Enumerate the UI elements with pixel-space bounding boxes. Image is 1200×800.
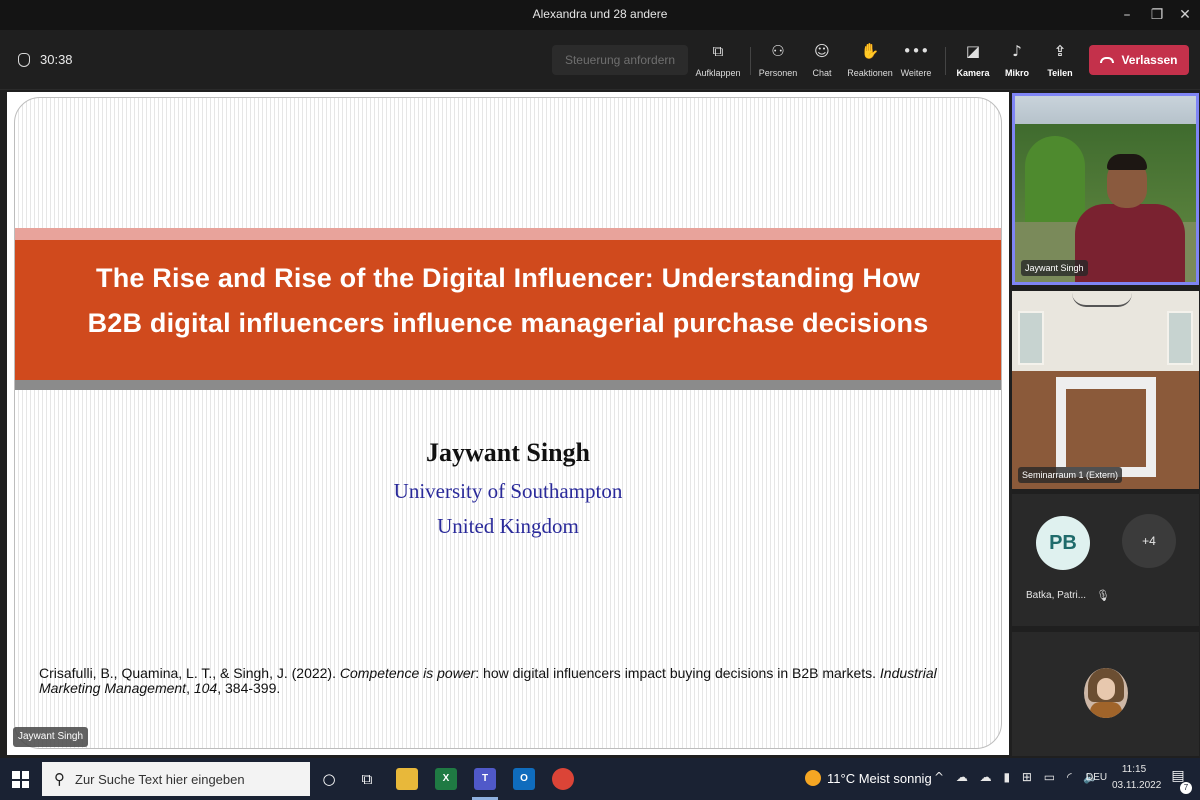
share-label: Teilen	[1047, 68, 1073, 78]
windows-taskbar: ⚲ Zur Suche Text hier eingeben ○ ⧉ X T O…	[0, 758, 1200, 800]
slide-country: United Kingdom	[437, 514, 579, 538]
chat-icon: ☺	[814, 42, 830, 60]
language-indicator[interactable]: DEU	[1086, 772, 1107, 783]
toolbar-divider	[750, 47, 751, 75]
presenter-name-tag: Jaywant Singh	[13, 727, 89, 747]
meeting-toolbar: 30:38 Steuerung anfordern ⧉ Aufklappen ⚇…	[0, 30, 1200, 90]
participant-tile-photo[interactable]	[1012, 632, 1199, 756]
request-control-button[interactable]: Steuerung anfordern	[552, 45, 688, 75]
taskbar-search-box[interactable]: ⚲ Zur Suche Text hier eingeben	[42, 762, 310, 796]
mic-off-icon: ♪	[1012, 42, 1022, 60]
slide-author: Jaywant Singh	[426, 438, 590, 467]
slide-band-grey	[15, 380, 1001, 390]
camera-label: Kamera	[956, 68, 990, 78]
weather-widget[interactable]: 11°C Meist sonnig	[805, 770, 932, 786]
slide-title-line2: B2B digital influencers influence manage…	[87, 308, 929, 338]
people-label: Personen	[758, 68, 798, 78]
citation-separator: ,	[186, 680, 194, 696]
room-window	[1018, 311, 1044, 365]
avatar-face	[1097, 678, 1115, 700]
cortana-icon[interactable]: ○	[316, 766, 342, 792]
leave-label: Verlassen	[1121, 53, 1178, 67]
slide-affiliation: University of Southampton	[393, 479, 623, 503]
shared-screen: The Rise and Rise of the Digital Influen…	[7, 92, 1009, 755]
participant-name: Batka, Patri... 🎙	[1026, 589, 1110, 602]
people-icon: ⚇	[771, 42, 785, 60]
search-placeholder: Zur Suche Text hier eingeben	[75, 771, 245, 787]
reactions-icon: ✋	[860, 42, 880, 60]
notification-count-badge: 7	[1180, 782, 1192, 794]
task-view-icon[interactable]: ⧉	[354, 766, 380, 792]
citation-authors: Crisafulli, B., Quamina, L. T., & Singh,…	[39, 665, 340, 681]
room-video-tile[interactable]: Seminarraum 1 (Extern)	[1012, 291, 1199, 489]
speaker-name-label: Jaywant Singh	[1021, 260, 1088, 276]
mic-label: Mikro	[1004, 68, 1029, 78]
room-window	[1167, 311, 1193, 365]
reactions-button[interactable]: ✋ Reaktionen	[846, 42, 894, 78]
timer-value: 30:38	[40, 52, 73, 67]
close-window-button[interactable]: ✕	[1170, 3, 1200, 27]
citation-pages: , 384-399.	[217, 680, 281, 696]
avatar-shirt	[1090, 702, 1122, 718]
weather-text: 11°C Meist sonnig	[827, 770, 932, 786]
popout-label: Aufklappen	[695, 68, 741, 78]
conference-table	[1056, 377, 1156, 477]
avatar	[1084, 668, 1128, 718]
more-participants-button[interactable]: +4	[1122, 514, 1176, 568]
citation-title: Competence is power	[339, 665, 476, 681]
speaker-figure	[1107, 154, 1147, 170]
search-icon: ⚲	[54, 770, 65, 788]
more-button[interactable]: ••• Weitere	[899, 42, 933, 78]
leave-button[interactable]: Verlassen	[1089, 45, 1189, 75]
taskbar-clock[interactable]: 11:15 03.11.2022	[1112, 762, 1162, 794]
phone-hangup-icon	[1100, 57, 1115, 63]
camera-off-icon: ◪	[965, 42, 981, 60]
clock-time: 11:15	[1121, 764, 1147, 775]
more-label: Weitere	[900, 68, 932, 78]
excel-icon[interactable]: X	[435, 768, 457, 790]
outlook-icon[interactable]: O	[513, 768, 535, 790]
mic-button[interactable]: ♪ Mikro	[1002, 42, 1032, 78]
share-button[interactable]: ⇪ Teilen	[1045, 42, 1075, 78]
system-tray-icons[interactable]: ^ ☁ ☁ ▮ ⊞ ▭ ◜ 🔈	[934, 770, 1102, 784]
avatar-pb: PB	[1036, 516, 1090, 570]
popout-icon: ⧉	[712, 42, 724, 60]
pb-name-label: Batka, Patri...	[1026, 590, 1087, 601]
participant-tile-pb[interactable]: PB +4 Batka, Patri... 🎙	[1012, 494, 1199, 626]
chrome-icon[interactable]	[552, 768, 574, 790]
presentation-slide: The Rise and Rise of the Digital Influen…	[14, 97, 1002, 749]
file-explorer-icon[interactable]	[396, 768, 418, 790]
shield-icon	[18, 52, 30, 67]
toolbar-divider	[945, 47, 946, 75]
room-name-label: Seminarraum 1 (Extern)	[1018, 467, 1123, 483]
speaker-figure	[1075, 204, 1185, 282]
chandelier	[1072, 293, 1132, 307]
citation-volume: 104	[193, 680, 218, 696]
people-button[interactable]: ⚇ Personen	[758, 42, 798, 78]
mic-muted-icon: 🎙	[1096, 589, 1110, 602]
share-icon: ⇪	[1053, 42, 1067, 60]
meeting-title: Alexandra und 28 andere	[532, 7, 668, 21]
speaker-video-tile[interactable]: Jaywant Singh	[1012, 93, 1199, 285]
minimize-button[interactable]: –	[1112, 3, 1142, 27]
more-icon: •••	[902, 42, 930, 60]
title-bar: Alexandra und 28 andere – ❐ ✕	[0, 0, 1200, 30]
popout-button[interactable]: ⧉ Aufklappen	[695, 42, 741, 78]
slide-title-line1: The Rise and Rise of the Digital Influen…	[96, 263, 920, 293]
chat-label: Chat	[812, 68, 832, 78]
chat-button[interactable]: ☺ Chat	[807, 42, 837, 78]
slide-citation: Crisafulli, B., Quamina, L. T., & Singh,…	[39, 666, 939, 696]
camera-button[interactable]: ◪ Kamera	[955, 42, 991, 78]
windows-start-icon[interactable]	[12, 771, 29, 788]
citation-rest: : how digital influencers impact buying …	[475, 665, 880, 681]
meeting-timer: 30:38	[18, 52, 73, 67]
clock-date: 03.11.2022	[1112, 780, 1162, 791]
reactions-label: Reaktionen	[847, 68, 893, 78]
teams-icon[interactable]: T	[474, 768, 496, 790]
maximize-button[interactable]: ❐	[1142, 3, 1172, 27]
weather-sun-icon	[805, 770, 821, 786]
slide-band-light	[15, 228, 1001, 240]
